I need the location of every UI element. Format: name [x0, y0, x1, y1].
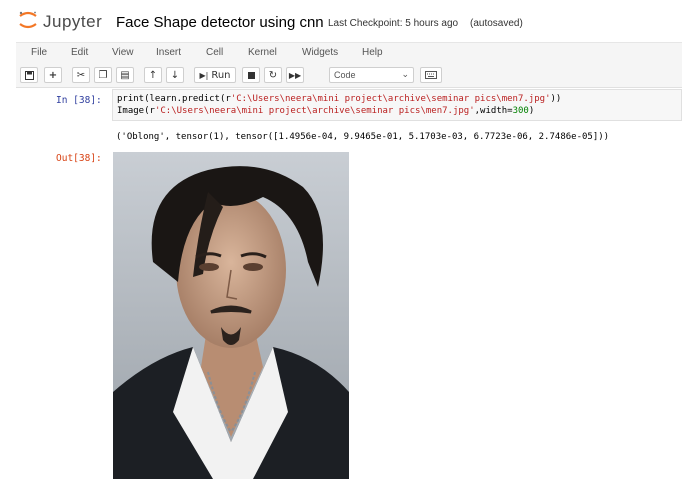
- portrait-photo: [113, 152, 349, 479]
- menu-file[interactable]: File: [31, 47, 47, 58]
- cut-icon: ✂: [76, 69, 86, 81]
- move-down-button[interactable]: ↓: [166, 67, 184, 83]
- run-label: Run: [211, 69, 231, 81]
- code-mid: ,width=: [474, 106, 513, 116]
- menu-edit[interactable]: Edit: [71, 47, 88, 58]
- jupyter-brand[interactable]: Jupyter: [43, 12, 102, 32]
- chevron-down-icon: ⌄: [401, 69, 409, 79]
- output-image: [113, 152, 349, 479]
- notebook-header: Jupyter Face Shape detector using cnn La…: [0, 0, 686, 38]
- menu-kernel[interactable]: Kernel: [248, 47, 277, 58]
- stop-icon: [247, 71, 255, 79]
- keyboard-icon: [425, 71, 437, 79]
- cut-button[interactable]: ✂: [72, 67, 90, 83]
- add-cell-icon: +: [48, 69, 58, 81]
- menu-insert[interactable]: Insert: [156, 47, 181, 58]
- run-icon: ▶|: [199, 70, 209, 80]
- code-string: 'C:\Users\neera\mini project\archive\sem…: [154, 106, 475, 116]
- stop-button[interactable]: [242, 67, 260, 83]
- fast-forward-icon: ▶▶: [288, 70, 302, 80]
- code-number: 300: [512, 106, 529, 116]
- copy-button[interactable]: ❐: [94, 67, 112, 83]
- cell-type-value: Code: [334, 70, 356, 80]
- move-up-icon: ↑: [148, 69, 158, 81]
- checkpoint-status: Last Checkpoint: 5 hours ago: [328, 18, 459, 29]
- menu-view[interactable]: View: [112, 47, 134, 58]
- menu-bar: File Edit View Insert Cell Kernel Widget…: [16, 42, 682, 64]
- toolbar: + ✂ ❐ ▤ ↑ ↓ ▶| Run ↻ ▶▶ Code ⌄: [16, 63, 682, 88]
- output-prompt: Out[38]:: [56, 153, 102, 164]
- stdout-output: ('Oblong', tensor(1), tensor([1.4956e-04…: [116, 132, 610, 142]
- menu-cell[interactable]: Cell: [206, 47, 223, 58]
- keyboard-button[interactable]: [420, 67, 442, 83]
- paste-icon: ▤: [120, 69, 130, 81]
- move-up-button[interactable]: ↑: [144, 67, 162, 83]
- menu-widgets[interactable]: Widgets: [302, 47, 338, 58]
- restart-button[interactable]: ↻: [264, 67, 282, 83]
- save-button[interactable]: [20, 67, 38, 83]
- run-button[interactable]: ▶| Run: [194, 67, 236, 83]
- add-cell-button[interactable]: +: [44, 67, 62, 83]
- autosave-status: (autosaved): [470, 18, 523, 29]
- code-fn: print(learn.predict(r: [117, 94, 231, 104]
- move-down-icon: ↓: [170, 69, 180, 81]
- restart-icon: ↻: [268, 69, 278, 81]
- input-prompt: In [38]:: [56, 95, 102, 106]
- menu-help[interactable]: Help: [362, 47, 383, 58]
- code-end: )): [550, 94, 562, 104]
- fast-forward-button[interactable]: ▶▶: [286, 67, 304, 83]
- code-string: 'C:\Users\neera\mini project\archive\sem…: [230, 94, 551, 104]
- code-line-2: Image(r'C:\Users\neera\mini project\arch…: [117, 106, 534, 116]
- notebook-title[interactable]: Face Shape detector using cnn: [116, 14, 324, 31]
- cell-type-select[interactable]: Code ⌄: [329, 67, 414, 83]
- paste-button[interactable]: ▤: [116, 67, 134, 83]
- jupyter-logo-icon: [19, 11, 37, 29]
- copy-icon: ❐: [98, 69, 108, 81]
- code-end: ): [528, 106, 535, 116]
- code-fn: Image(r: [117, 106, 155, 116]
- code-input[interactable]: print(learn.predict(r'C:\Users\neera\min…: [112, 89, 682, 121]
- save-icon: [24, 70, 34, 80]
- code-line-1: print(learn.predict(r'C:\Users\neera\min…: [117, 94, 561, 104]
